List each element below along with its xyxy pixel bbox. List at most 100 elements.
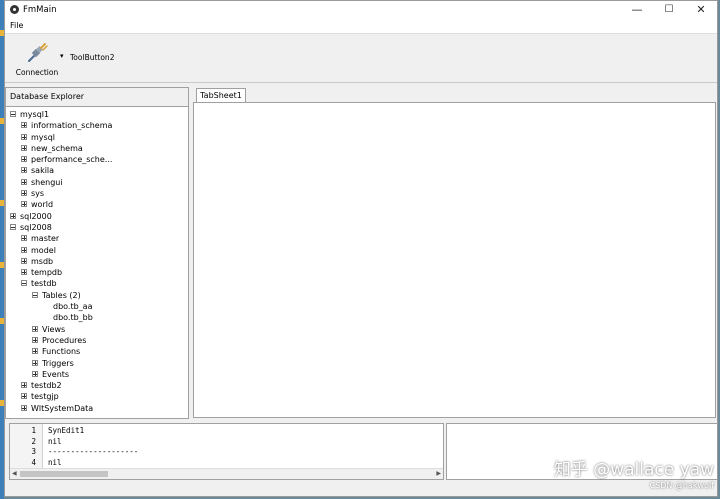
title-bar[interactable]: FmMain — ☐ ✕ xyxy=(5,1,717,19)
app-icon xyxy=(10,5,19,14)
watermark-sub: CSDN @hakwolf xyxy=(649,481,714,490)
tree-item-label: shengui xyxy=(31,177,63,187)
expand-icon[interactable] xyxy=(21,190,27,197)
tree-item-label: Tables (2) xyxy=(42,290,81,300)
tree-item[interactable]: WltSystemData xyxy=(6,403,188,414)
tree-item[interactable]: performance_sche... xyxy=(6,154,188,165)
scrollbar-thumb[interactable] xyxy=(20,471,108,477)
tree-item[interactable]: Functions xyxy=(6,346,188,357)
expand-icon[interactable] xyxy=(21,257,27,264)
tree-item[interactable]: testdb xyxy=(6,278,188,289)
expand-icon[interactable] xyxy=(32,336,38,343)
main-window: FmMain — ☐ ✕ File Connection ▾ ToolButto… xyxy=(4,0,718,497)
minimize-button[interactable]: — xyxy=(621,1,653,19)
toolbar: Connection ▾ ToolButton2 xyxy=(5,34,717,83)
expand-icon[interactable] xyxy=(21,269,27,276)
watermark: 知乎 @wallace yaw xyxy=(553,460,714,480)
tree-item-label: information_schema xyxy=(31,121,113,131)
line-gutter: 1 2 3 4 xyxy=(10,424,43,469)
expand-icon[interactable] xyxy=(10,212,16,219)
tree-item-label: Procedures xyxy=(42,335,87,345)
tree-item-label: new_schema xyxy=(31,143,83,153)
tree-item[interactable]: Triggers xyxy=(6,358,188,369)
expand-icon[interactable] xyxy=(21,122,27,129)
tree-item-label: mysql xyxy=(31,132,55,142)
tree-item[interactable]: mysql xyxy=(6,132,188,143)
close-button[interactable]: ✕ xyxy=(685,1,717,19)
connection-icon xyxy=(28,43,48,62)
tree-item[interactable]: msdb xyxy=(6,256,188,267)
line-number: 1 xyxy=(31,426,36,435)
menu-file[interactable]: File xyxy=(10,21,23,30)
tree-item-label: sql2000 xyxy=(20,211,52,221)
toolbutton2[interactable]: ToolButton2 xyxy=(70,53,114,62)
connection-label: Connection xyxy=(15,68,59,77)
expand-icon[interactable] xyxy=(32,348,38,355)
horizontal-scrollbar[interactable]: ◀ ▶ xyxy=(10,468,443,479)
tree-item[interactable]: mysql1 xyxy=(6,109,188,120)
expand-icon[interactable] xyxy=(32,359,38,366)
database-explorer: Database Explorer mysql1 information_sche… xyxy=(5,87,189,419)
line-number: 3 xyxy=(31,447,36,456)
tree-item[interactable]: Views xyxy=(6,324,188,335)
tree-item-label: testdb xyxy=(31,279,57,289)
expand-icon[interactable] xyxy=(21,201,27,208)
expand-icon[interactable] xyxy=(21,167,27,174)
expand-icon[interactable] xyxy=(32,370,38,377)
status-bar xyxy=(5,481,717,496)
scroll-left-icon[interactable]: ◀ xyxy=(12,469,17,479)
expand-icon[interactable] xyxy=(21,156,27,163)
menu-bar: File xyxy=(5,19,717,34)
tree-item[interactable]: Events xyxy=(6,369,188,380)
expand-icon[interactable] xyxy=(21,178,27,185)
line-number: 2 xyxy=(31,436,36,446)
tree-item-label: world xyxy=(31,200,54,210)
tree-item[interactable]: Procedures xyxy=(6,335,188,346)
tree-item[interactable]: master xyxy=(6,233,188,244)
tree-item[interactable]: world xyxy=(6,199,188,210)
expand-icon[interactable] xyxy=(21,235,27,242)
expand-icon[interactable] xyxy=(21,404,27,411)
tree-item[interactable]: dbo.tb_bb xyxy=(6,312,188,323)
tree-item[interactable]: sys xyxy=(6,188,188,199)
window-title: FmMain xyxy=(23,5,57,15)
expand-icon[interactable] xyxy=(32,325,38,332)
tree-item-label: testgjp xyxy=(31,392,59,402)
scroll-right-icon[interactable]: ▶ xyxy=(436,469,441,479)
tree-item[interactable]: information_schema xyxy=(6,120,188,131)
expand-icon[interactable] xyxy=(21,393,27,400)
tree-item-label: Events xyxy=(42,369,70,379)
expand-icon[interactable] xyxy=(21,246,27,253)
expand-icon[interactable] xyxy=(21,133,27,140)
collapse-icon[interactable] xyxy=(10,111,16,117)
tree-item-label: performance_sche... xyxy=(31,155,113,165)
maximize-button[interactable]: ☐ xyxy=(653,1,685,19)
tree-item[interactable]: testdb2 xyxy=(6,380,188,391)
tree-item[interactable]: sakila xyxy=(6,165,188,176)
collapse-icon[interactable] xyxy=(21,280,27,287)
tree-item-label: testdb2 xyxy=(31,381,62,391)
tree-item[interactable]: tempdb xyxy=(6,267,188,278)
collapse-icon[interactable] xyxy=(10,223,16,230)
tree-item-label: sakila xyxy=(31,166,55,176)
tree-item[interactable]: sql2000 xyxy=(6,211,188,222)
tree-item[interactable]: sql2008 xyxy=(6,222,188,233)
tab-tabsheet1[interactable]: TabSheet1 xyxy=(196,88,246,103)
tree-item[interactable]: new_schema xyxy=(6,143,188,154)
tree-item-label: msdb xyxy=(31,256,54,266)
tree-item[interactable]: model xyxy=(6,245,188,256)
collapse-icon[interactable] xyxy=(32,291,38,298)
tree-item-label: Views xyxy=(42,324,66,334)
tree-item[interactable]: Tables (2) xyxy=(6,290,188,301)
tree-item-label: model xyxy=(31,245,56,255)
dropdown-arrow-icon[interactable]: ▾ xyxy=(60,52,64,60)
document-area: TabSheet1 xyxy=(193,87,717,419)
tree-item-label: sql2008 xyxy=(20,222,52,232)
tree-item[interactable]: shengui xyxy=(6,177,188,188)
synedit-editor[interactable]: 1 2 3 4 SynEdit1 nil -------------------… xyxy=(9,423,444,480)
connection-button[interactable]: Connection xyxy=(13,38,61,78)
tree-item[interactable]: testgjp xyxy=(6,391,188,402)
expand-icon[interactable] xyxy=(21,382,27,389)
expand-icon[interactable] xyxy=(21,144,27,151)
tree-item[interactable]: dbo.tb_aa xyxy=(6,301,188,312)
